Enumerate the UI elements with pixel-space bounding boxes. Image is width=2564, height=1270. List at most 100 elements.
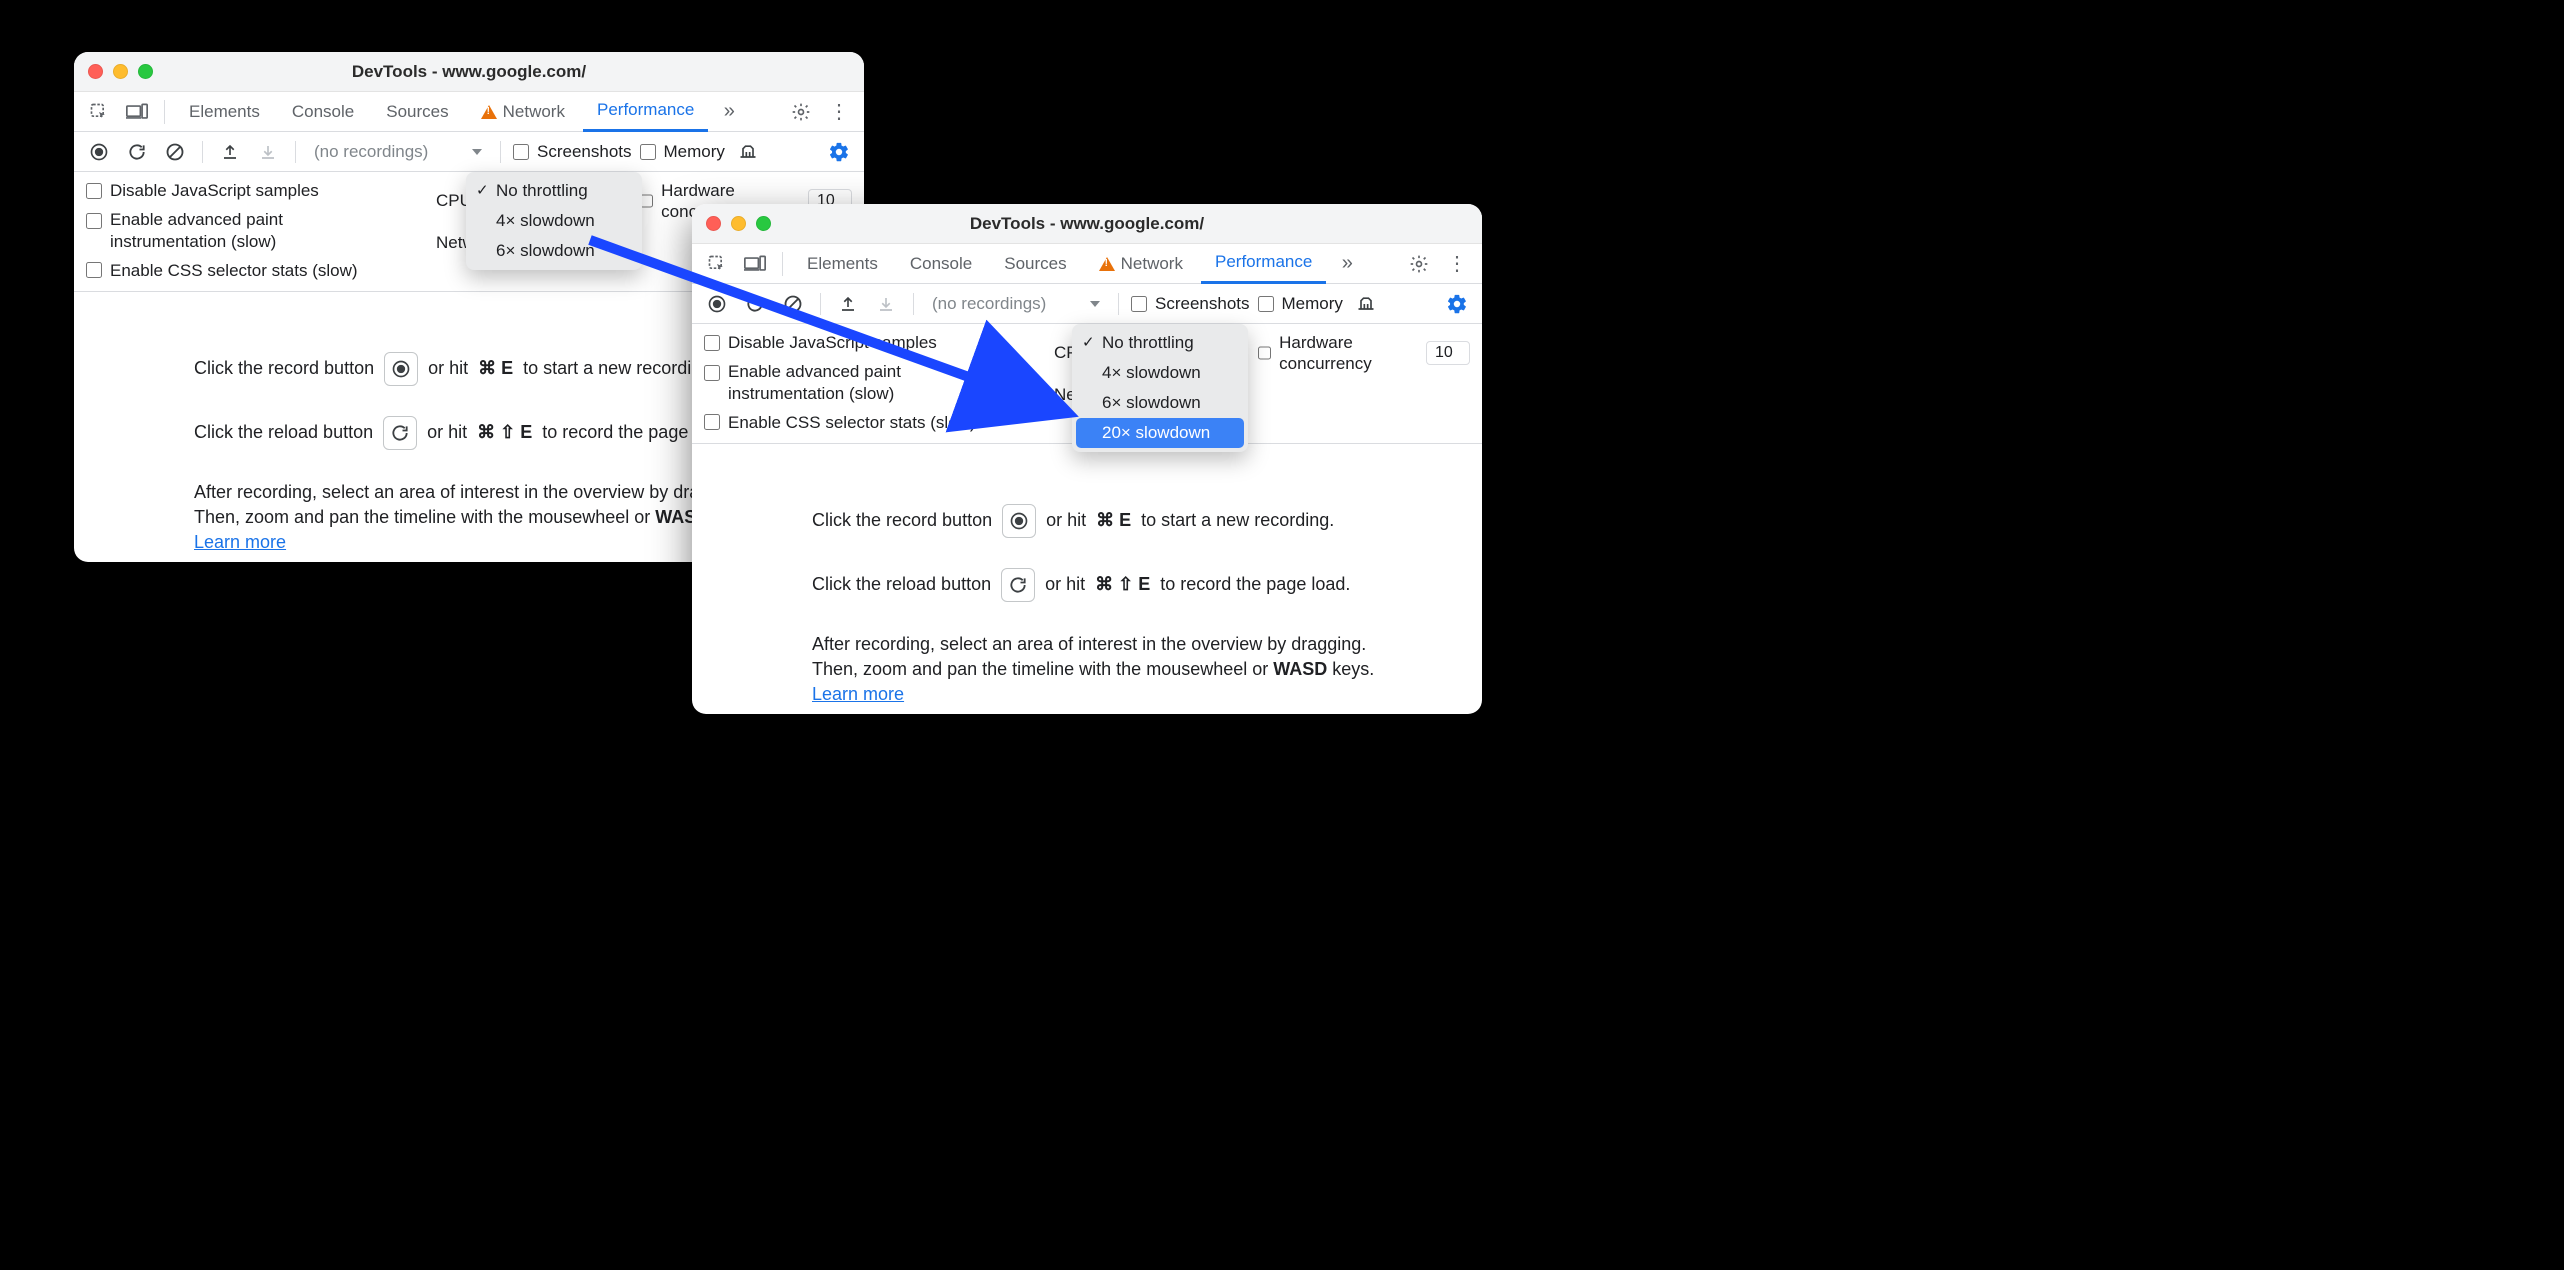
traffic-lights (706, 216, 771, 231)
garbage-collect-icon[interactable] (733, 137, 763, 167)
checkbox-label: Screenshots (537, 142, 632, 162)
tab-performance[interactable]: Performance (1201, 244, 1326, 284)
reload-button-icon[interactable] (740, 289, 770, 319)
dropdown-item-20x[interactable]: 20× slowdown (1076, 418, 1244, 448)
tab-console[interactable]: Console (278, 92, 368, 132)
more-tabs-icon[interactable]: » (1330, 247, 1364, 281)
checkbox-label: Disable JavaScript samples (110, 180, 319, 201)
help-text: to start a new recording. (523, 356, 716, 381)
record-button-icon[interactable] (702, 289, 732, 319)
learn-more-link[interactable]: Learn more (812, 684, 904, 704)
css-selector-stats-checkbox[interactable]: Enable CSS selector stats (slow) (704, 412, 1044, 433)
keyboard-shortcut: ⌘ E (1096, 508, 1131, 533)
performance-toolbar: (no recordings) Screenshots Memory (74, 132, 864, 172)
help-text: to record the page load. (1160, 572, 1350, 597)
capture-settings-gear-icon[interactable] (1442, 289, 1472, 319)
dropdown-item-no-throttling[interactable]: No throttling (1072, 328, 1248, 358)
tab-network[interactable]: Network (1085, 244, 1197, 284)
more-tabs-icon[interactable]: » (712, 95, 746, 129)
record-button-icon[interactable] (84, 137, 114, 167)
checkbox-label: Enable advanced paint (728, 361, 901, 382)
cpu-throttling-dropdown[interactable]: No throttling 4× slowdown 6× slowdown (466, 172, 642, 270)
dropdown-item-6x[interactable]: 6× slowdown (466, 236, 642, 266)
help-text-bold: WASD (1273, 659, 1327, 679)
recordings-select[interactable]: (no recordings) (308, 142, 488, 162)
checkbox-label: Memory (1282, 294, 1343, 314)
screenshots-checkbox[interactable]: Screenshots (1131, 294, 1250, 314)
kebab-menu-icon[interactable]: ⋮ (822, 95, 856, 129)
checkbox-label: instrumentation (slow) (110, 231, 283, 252)
tab-elements[interactable]: Elements (175, 92, 274, 132)
hardware-concurrency-checkbox[interactable]: Hardware concurrency (1258, 332, 1418, 375)
recordings-label: (no recordings) (932, 294, 1046, 314)
help-text: or hit (428, 356, 468, 381)
performance-help-panel: Click the record button or hit ⌘ E to st… (692, 444, 1482, 714)
clear-button-icon[interactable] (778, 289, 808, 319)
help-text: Click the reload button (812, 572, 991, 597)
main-tabbar: Elements Console Sources Network Perform… (74, 92, 864, 132)
cpu-throttling-dropdown[interactable]: No throttling 4× slowdown 6× slowdown 20… (1072, 324, 1248, 452)
recordings-select[interactable]: (no recordings) (926, 294, 1106, 314)
memory-checkbox[interactable]: Memory (1258, 294, 1343, 314)
minimize-icon[interactable] (113, 64, 128, 79)
reload-button-icon[interactable] (122, 137, 152, 167)
tab-label: Network (503, 102, 565, 122)
help-text: After recording, select an area of inter… (812, 632, 1442, 657)
reload-button-demo-icon (1001, 568, 1035, 602)
keyboard-shortcut: ⌘ E (478, 356, 513, 381)
tab-sources[interactable]: Sources (990, 244, 1080, 284)
tab-sources[interactable]: Sources (372, 92, 462, 132)
warning-icon (1099, 257, 1115, 271)
capture-settings-gear-icon[interactable] (824, 137, 854, 167)
inspect-element-icon[interactable] (82, 95, 116, 129)
tab-elements[interactable]: Elements (793, 244, 892, 284)
download-icon[interactable] (253, 137, 283, 167)
screenshots-checkbox[interactable]: Screenshots (513, 142, 632, 162)
upload-icon[interactable] (215, 137, 245, 167)
advanced-paint-checkbox[interactable]: Enable advanced paint instrumentation (s… (704, 361, 1044, 404)
checkbox-label: Screenshots (1155, 294, 1250, 314)
clear-button-icon[interactable] (160, 137, 190, 167)
dropdown-item-no-throttling[interactable]: No throttling (466, 176, 642, 206)
window-title: DevTools - www.google.com/ (352, 62, 586, 82)
inspect-element-icon[interactable] (700, 247, 734, 281)
help-text: to start a new recording. (1141, 508, 1334, 533)
upload-icon[interactable] (833, 289, 863, 319)
device-toolbar-icon[interactable] (738, 247, 772, 281)
disable-js-samples-checkbox[interactable]: Disable JavaScript samples (86, 180, 426, 201)
download-icon[interactable] (871, 289, 901, 319)
separator (202, 141, 203, 163)
disable-js-samples-checkbox[interactable]: Disable JavaScript samples (704, 332, 1044, 353)
settings-gear-icon[interactable] (784, 95, 818, 129)
help-text: keys. (1327, 659, 1374, 679)
performance-toolbar: (no recordings) Screenshots Memory (692, 284, 1482, 324)
separator (164, 100, 165, 124)
memory-checkbox[interactable]: Memory (640, 142, 725, 162)
tab-console[interactable]: Console (896, 244, 986, 284)
dropdown-item-4x[interactable]: 4× slowdown (1072, 358, 1248, 388)
device-toolbar-icon[interactable] (120, 95, 154, 129)
tab-network[interactable]: Network (467, 92, 579, 132)
minimize-icon[interactable] (731, 216, 746, 231)
maximize-icon[interactable] (756, 216, 771, 231)
window-title: DevTools - www.google.com/ (970, 214, 1204, 234)
hardware-concurrency-input[interactable]: 10 (1426, 341, 1470, 365)
settings-gear-icon[interactable] (1402, 247, 1436, 281)
tab-performance[interactable]: Performance (583, 92, 708, 132)
maximize-icon[interactable] (138, 64, 153, 79)
css-selector-stats-checkbox[interactable]: Enable CSS selector stats (slow) (86, 260, 426, 281)
help-text: or hit (1045, 572, 1085, 597)
capture-settings-panel: Disable JavaScript samples Enable advanc… (692, 324, 1482, 444)
garbage-collect-icon[interactable] (1351, 289, 1381, 319)
advanced-paint-checkbox[interactable]: Enable advanced paint instrumentation (s… (86, 209, 426, 252)
help-text: or hit (427, 420, 467, 445)
close-icon[interactable] (706, 216, 721, 231)
record-button-demo-icon (1002, 504, 1036, 538)
help-paragraph: After recording, select an area of inter… (812, 632, 1442, 708)
kebab-menu-icon[interactable]: ⋮ (1440, 247, 1474, 281)
dropdown-item-4x[interactable]: 4× slowdown (466, 206, 642, 236)
dropdown-item-6x[interactable]: 6× slowdown (1072, 388, 1248, 418)
close-icon[interactable] (88, 64, 103, 79)
learn-more-link[interactable]: Learn more (194, 532, 286, 552)
chevron-down-icon (1090, 301, 1100, 307)
